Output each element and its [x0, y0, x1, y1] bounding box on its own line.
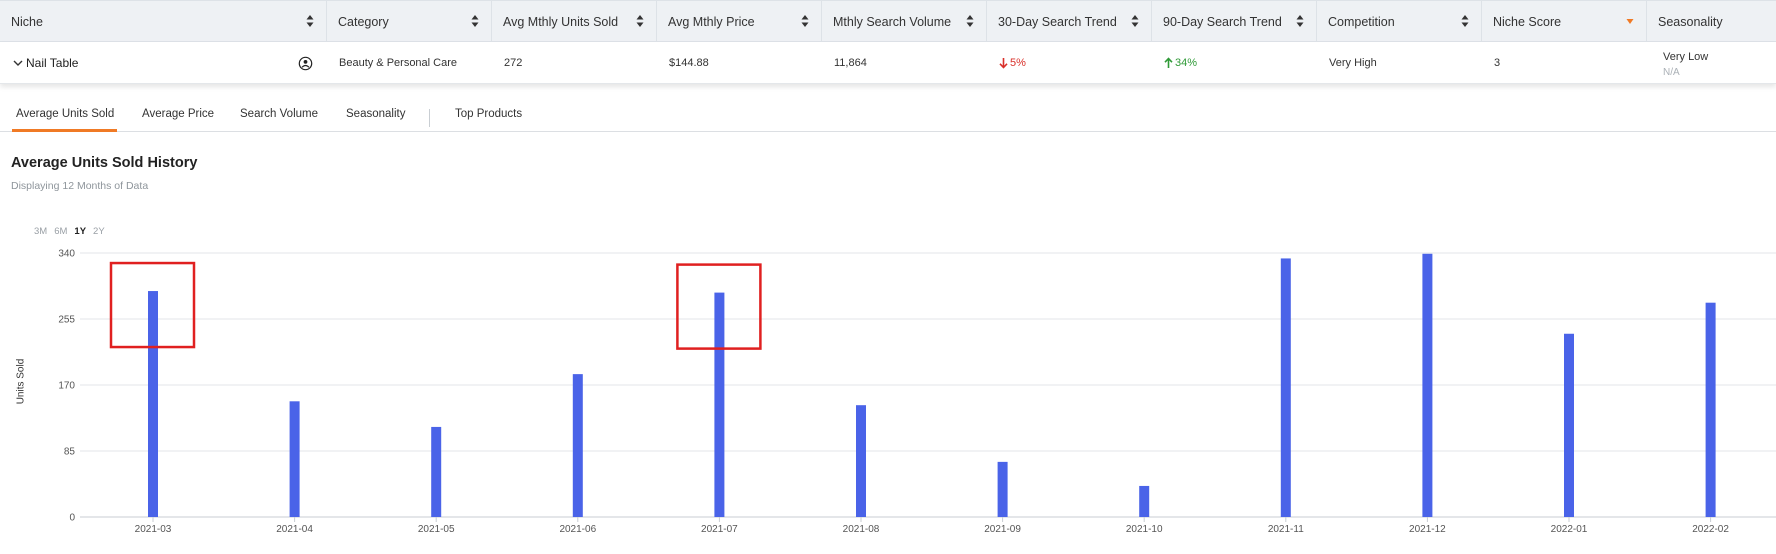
cell-avg-units: 272: [504, 57, 523, 69]
niche-name[interactable]: Nail Table: [26, 56, 78, 70]
range-2y[interactable]: 2Y: [93, 226, 105, 237]
sort-desc-icon[interactable]: [1626, 17, 1634, 31]
sort-icon[interactable]: [801, 14, 809, 28]
column-label: Niche: [11, 15, 43, 29]
column-label: Category: [338, 15, 389, 29]
x-tick-label: 2021-11: [1268, 524, 1304, 535]
trend-value: 5%: [1010, 57, 1026, 69]
bar[interactable]: [431, 426, 442, 517]
units-sold-chart: 0 85 170 255 340 2021-03 2021-04 2021-05 2021-06…: [58, 249, 1776, 535]
x-tick-label: 2021-03: [135, 524, 172, 535]
bar[interactable]: [1280, 258, 1291, 517]
arrow-up-icon: [1164, 57, 1173, 68]
cell-category: Beauty & Personal Care: [339, 57, 458, 69]
x-tick-label: 2021-07: [701, 524, 738, 535]
column-label: Avg Mthly Units Sold: [503, 15, 619, 29]
sort-icon[interactable]: [471, 14, 479, 28]
bar[interactable]: [856, 405, 866, 517]
range-1y[interactable]: 1Y: [74, 226, 86, 237]
column-header-niche[interactable]: Niche: [0, 1, 327, 43]
column-header-avg-units[interactable]: Avg Mthly Units Sold: [492, 1, 657, 43]
tab-bar: Average Units Sold Average Price Search …: [0, 104, 1776, 132]
chart-subtitle: Displaying 12 Months of Data: [11, 180, 149, 192]
range-3m[interactable]: 3M: [34, 226, 47, 237]
y-tick-label: 170: [58, 381, 75, 392]
tab-average-price[interactable]: Average Price: [142, 108, 214, 132]
column-label: Seasonality: [1658, 15, 1723, 29]
cell-30-day-trend: 5%: [987, 42, 1026, 84]
column-header-niche-score[interactable]: Niche Score: [1482, 1, 1647, 43]
sort-icon[interactable]: [1461, 14, 1469, 28]
y-tick-label: 340: [58, 249, 75, 260]
tab-search-volume[interactable]: Search Volume: [240, 108, 318, 132]
column-label: Niche Score: [1493, 15, 1562, 29]
arrow-down-icon: [999, 58, 1008, 69]
bar[interactable]: [148, 291, 158, 517]
y-tick-label: 85: [64, 447, 76, 458]
x-tick-label: 2021-12: [1409, 524, 1446, 535]
cell-niche[interactable]: Nail Table: [0, 42, 78, 84]
bar[interactable]: [1564, 333, 1574, 517]
cell-niche-score: 3: [1494, 57, 1501, 69]
x-tick-label: 2022-02: [1692, 524, 1729, 535]
bar[interactable]: [289, 401, 300, 517]
column-header-90-day-trend[interactable]: 90-Day Search Trend: [1152, 1, 1317, 43]
column-label: Competition: [1328, 15, 1395, 29]
column-label: Mthly Search Volume: [833, 15, 952, 29]
y-tick-label: 255: [58, 315, 75, 326]
bar[interactable]: [572, 374, 583, 517]
bar[interactable]: [997, 461, 1008, 517]
sort-icon[interactable]: [966, 14, 974, 28]
seasonality-sub: N/A: [1663, 67, 1680, 78]
x-tick-label: 2021-05: [418, 524, 455, 535]
x-tick-label: 2021-10: [1126, 524, 1163, 535]
column-header-competition[interactable]: Competition: [1317, 1, 1482, 43]
chevron-down-icon[interactable]: [12, 57, 24, 69]
x-tick-label: 2021-09: [984, 524, 1021, 535]
column-header-category[interactable]: Category: [327, 1, 492, 43]
bar[interactable]: [714, 292, 725, 517]
bar[interactable]: [1422, 253, 1433, 517]
cell-competition: Very High: [1329, 57, 1377, 69]
x-tick-label: 2021-06: [559, 524, 596, 535]
cell-avg-price: $144.88: [669, 57, 709, 69]
sort-icon[interactable]: [1131, 14, 1139, 28]
column-label: 90-Day Search Trend: [1163, 15, 1282, 29]
range-6m[interactable]: 6M: [54, 226, 67, 237]
cell-90-day-trend: 34%: [1152, 42, 1197, 84]
bar[interactable]: [1139, 485, 1150, 517]
x-tick-label: 2022-01: [1551, 524, 1588, 535]
sort-icon[interactable]: [1296, 14, 1304, 28]
range-selector: 3M 6M 1Y 2Y: [34, 226, 105, 237]
x-tick-label: 2021-08: [843, 524, 880, 535]
tab-top-products[interactable]: Top Products: [455, 108, 522, 132]
column-header-search-volume[interactable]: Mthly Search Volume: [822, 1, 987, 43]
tab-seasonality[interactable]: Seasonality: [346, 108, 405, 132]
table-row[interactable]: Nail Table Beauty & Personal Care 272 $1…: [0, 42, 1776, 84]
sort-icon[interactable]: [636, 14, 644, 28]
y-tick-label: 0: [69, 513, 75, 524]
tab-average-units-sold[interactable]: Average Units Sold: [12, 108, 117, 132]
column-header-avg-price[interactable]: Avg Mthly Price: [657, 1, 822, 43]
chart-title: Average Units Sold History: [11, 155, 198, 171]
column-label: Avg Mthly Price: [668, 15, 755, 29]
column-label: 30-Day Search Trend: [998, 15, 1117, 29]
bar[interactable]: [1705, 302, 1716, 517]
trend-value: 34%: [1175, 57, 1198, 69]
cell-search-volume: 11,864: [834, 57, 867, 69]
coin-icon[interactable]: [298, 56, 313, 71]
tab-divider: [429, 109, 430, 127]
column-header-30-day-trend[interactable]: 30-Day Search Trend: [987, 1, 1152, 43]
table-header: Niche Category Avg Mthly Units Sold Avg …: [0, 0, 1776, 43]
x-tick-label: 2021-04: [276, 524, 313, 535]
sort-icon[interactable]: [306, 14, 314, 28]
